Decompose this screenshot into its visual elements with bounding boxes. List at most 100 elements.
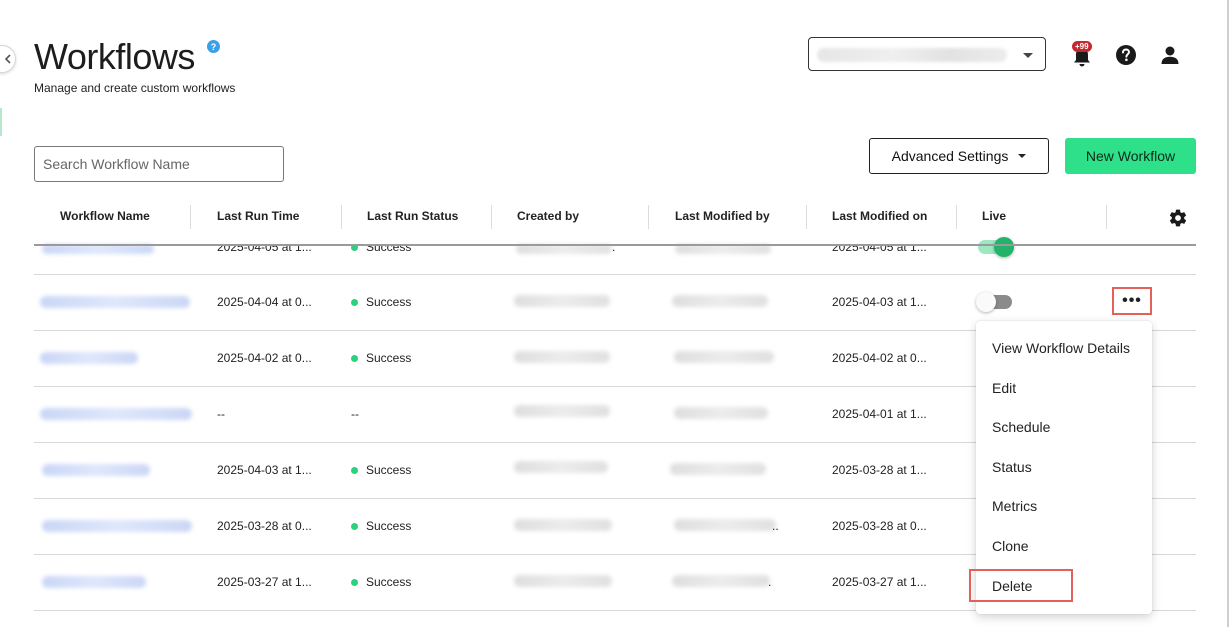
last-run-time-cell: 2025-03-27 at 1... — [217, 575, 312, 589]
column-header-last-modified-on[interactable]: Last Modified on — [832, 209, 927, 223]
search-workflow-input[interactable] — [34, 146, 284, 182]
column-divider — [806, 205, 807, 229]
menu-item-status[interactable]: Status — [992, 459, 1032, 475]
page-help-icon[interactable]: ? — [207, 40, 220, 53]
status-text: Success — [366, 575, 412, 589]
last-modified-on-cell: 2025-04-03 at 1... — [832, 295, 927, 309]
last-run-time-cell: 2025-04-05 at 1... — [217, 240, 312, 254]
help-icon[interactable] — [1115, 44, 1137, 66]
last-modified-on-cell: 2025-04-02 at 0... — [832, 351, 927, 365]
chevron-down-icon — [1023, 53, 1033, 58]
created-by-redacted — [514, 575, 612, 587]
modified-by-suffix: . — [768, 575, 772, 589]
advanced-settings-label: Advanced Settings — [891, 148, 1009, 164]
column-divider — [190, 205, 191, 229]
column-header-last-modified-by[interactable]: Last Modified by — [675, 209, 770, 223]
workflow-name-link[interactable] — [42, 520, 192, 532]
last-run-time-cell: -- — [217, 407, 225, 421]
live-toggle[interactable] — [978, 237, 1014, 257]
last-run-time-cell: 2025-04-03 at 1... — [217, 463, 312, 477]
created-by-redacted — [514, 461, 608, 473]
table-header-divider — [34, 244, 1196, 246]
last-run-status-cell: Success — [351, 240, 412, 254]
workflow-name-link[interactable] — [42, 576, 146, 588]
created-by-redacted — [514, 295, 610, 307]
column-divider — [648, 205, 649, 229]
column-divider — [956, 205, 957, 229]
menu-item-metrics[interactable]: Metrics — [992, 498, 1037, 514]
status-dot — [351, 298, 358, 306]
status-dot — [351, 578, 358, 586]
last-modified-on-cell: 2025-03-28 at 0... — [832, 519, 927, 533]
more-actions-button[interactable]: ••• — [1112, 287, 1152, 315]
last-modified-on-cell: 2025-04-01 at 1... — [832, 407, 927, 421]
workflow-name-link[interactable] — [40, 352, 138, 364]
menu-item-schedule[interactable]: Schedule — [992, 419, 1050, 435]
gear-icon[interactable] — [1168, 208, 1188, 228]
advanced-settings-button[interactable]: Advanced Settings — [869, 138, 1049, 174]
notification-badge: +99 — [1072, 41, 1092, 52]
menu-item-view-workflow-details[interactable]: View Workflow Details — [992, 340, 1130, 356]
column-divider — [341, 205, 342, 229]
status-dot — [351, 466, 358, 474]
modified-by-redacted — [674, 519, 776, 531]
toggle-knob — [976, 292, 996, 312]
workflow-name-link[interactable] — [42, 244, 154, 254]
modified-by-redacted — [675, 244, 771, 254]
status-dot — [351, 522, 358, 530]
created-by-redacted — [514, 351, 610, 363]
column-divider — [1106, 205, 1107, 229]
delete-highlight-box — [969, 569, 1073, 602]
last-run-status-cell: Success — [351, 351, 411, 365]
last-run-status-cell: Success — [351, 575, 411, 589]
page-title: Workflows — [34, 36, 195, 77]
modified-by-redacted — [670, 463, 766, 475]
last-run-time-cell: 2025-04-02 at 0... — [217, 351, 312, 365]
status-text: Success — [366, 295, 412, 309]
toggle-knob — [994, 237, 1014, 257]
modified-by-redacted — [672, 295, 768, 307]
last-run-status-cell: Success — [351, 519, 411, 533]
caret-down-icon — [1018, 154, 1027, 158]
last-run-status-cell: Success — [351, 295, 411, 309]
page-subtitle: Manage and create custom workflows — [34, 81, 236, 95]
status-text: Success — [366, 463, 412, 477]
chevron-left-icon — [4, 54, 11, 64]
column-header-live[interactable]: Live — [982, 209, 1006, 223]
menu-item-clone[interactable]: Clone — [992, 538, 1029, 554]
modified-by-suffix: .. — [772, 519, 779, 533]
sidebar-active-indicator — [0, 108, 2, 136]
user-icon[interactable] — [1159, 44, 1181, 66]
status-dot — [351, 354, 358, 362]
live-toggle[interactable] — [976, 292, 1012, 312]
modified-by-redacted — [672, 575, 770, 587]
last-run-status-cell: Success — [351, 463, 411, 477]
column-header-created-by[interactable]: Created by — [517, 209, 579, 223]
status-text: Success — [366, 351, 412, 365]
created-by-redacted — [516, 244, 612, 254]
created-by-redacted — [514, 519, 612, 531]
new-workflow-button[interactable]: New Workflow — [1065, 138, 1196, 174]
column-header-last-run-time[interactable]: Last Run Time — [217, 209, 299, 223]
column-header-last-run-status[interactable]: Last Run Status — [367, 209, 458, 223]
last-modified-on-cell: 2025-04-05 at 1... — [832, 240, 927, 254]
organization-select-value-redacted — [817, 48, 1007, 62]
sidebar-collapse-button[interactable] — [0, 45, 16, 73]
menu-item-edit[interactable]: Edit — [992, 380, 1016, 396]
column-header-workflow-name[interactable]: Workflow Name — [60, 209, 150, 223]
last-modified-on-cell: 2025-03-28 at 1... — [832, 463, 927, 477]
column-divider — [491, 205, 492, 229]
modified-by-redacted — [674, 351, 774, 363]
last-modified-on-cell: 2025-03-27 at 1... — [832, 575, 927, 589]
status-text: Success — [366, 519, 412, 533]
workflow-name-link[interactable] — [42, 464, 150, 476]
organization-select[interactable] — [808, 37, 1046, 71]
workflow-name-link[interactable] — [40, 408, 192, 420]
workflow-name-link[interactable] — [40, 296, 190, 308]
last-run-time-cell: 2025-03-28 at 0... — [217, 519, 312, 533]
row-divider — [34, 274, 1196, 275]
created-by-redacted — [514, 405, 610, 417]
status-text: Success — [366, 240, 412, 254]
last-run-status-cell: -- — [351, 407, 359, 421]
modified-by-redacted — [674, 407, 768, 419]
